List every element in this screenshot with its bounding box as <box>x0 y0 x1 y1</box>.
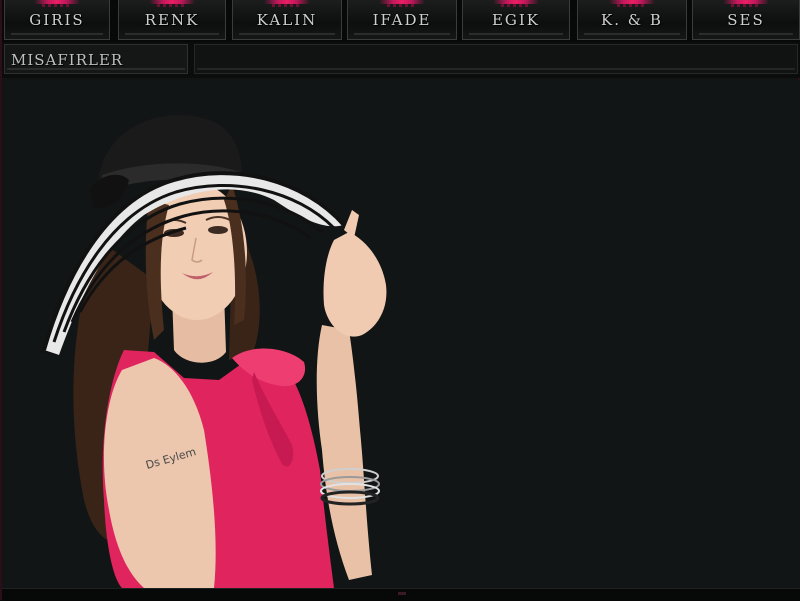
tab-accent-dots <box>501 4 531 7</box>
nav-tab-label: GIRIS <box>29 11 85 29</box>
bottom-bar <box>2 588 800 601</box>
guests-underline <box>7 68 185 70</box>
tab-underline <box>699 33 793 35</box>
nav-tab-label: K. & B <box>601 11 663 29</box>
tab-underline <box>469 33 563 35</box>
tab-underline <box>354 33 450 35</box>
tab-accent-dots <box>731 4 761 7</box>
app-frame: GIRIS RENK KALIN IFADE EGIK K. & B SES M… <box>0 0 800 601</box>
main-stage: Ds Eylem <box>4 80 800 588</box>
tab-accent-dots <box>387 4 417 7</box>
tab-underline <box>239 33 335 35</box>
tab-accent-dots <box>157 4 187 7</box>
tab-accent-dots <box>617 4 647 7</box>
nav-tab-egik[interactable]: EGIK <box>462 0 570 40</box>
nav-tab-ses[interactable]: SES <box>692 0 800 40</box>
nav-tab-kalin[interactable]: KALIN <box>232 0 342 40</box>
nav-tab-label: SES <box>727 11 765 29</box>
tab-underline <box>584 33 680 35</box>
nav-tab-label: RENK <box>144 11 200 29</box>
nav-tab-ifade[interactable]: IFADE <box>347 0 457 40</box>
top-navigation: GIRIS RENK KALIN IFADE EGIK K. & B SES <box>2 0 800 42</box>
nav-tab-k-b[interactable]: K. & B <box>577 0 687 40</box>
nav-tab-label: EGIK <box>491 11 541 29</box>
woman-in-hat-image <box>39 115 387 588</box>
tab-underline <box>11 33 103 35</box>
nav-tab-renk[interactable]: RENK <box>118 0 226 40</box>
info-bar <box>194 44 798 74</box>
guests-label: MISAFIRLER <box>11 51 124 69</box>
bottom-accent <box>398 592 406 595</box>
info-bar-underline <box>197 68 795 70</box>
nav-tab-giris[interactable]: GIRIS <box>4 0 110 40</box>
nav-tab-label: KALIN <box>256 11 318 29</box>
tab-underline <box>125 33 219 35</box>
sub-bar: MISAFIRLER <box>2 42 800 78</box>
tab-accent-dots <box>42 4 72 7</box>
tab-accent-dots <box>272 4 302 7</box>
nav-tab-label: IFADE <box>372 11 432 29</box>
guests-button[interactable]: MISAFIRLER <box>4 44 188 74</box>
